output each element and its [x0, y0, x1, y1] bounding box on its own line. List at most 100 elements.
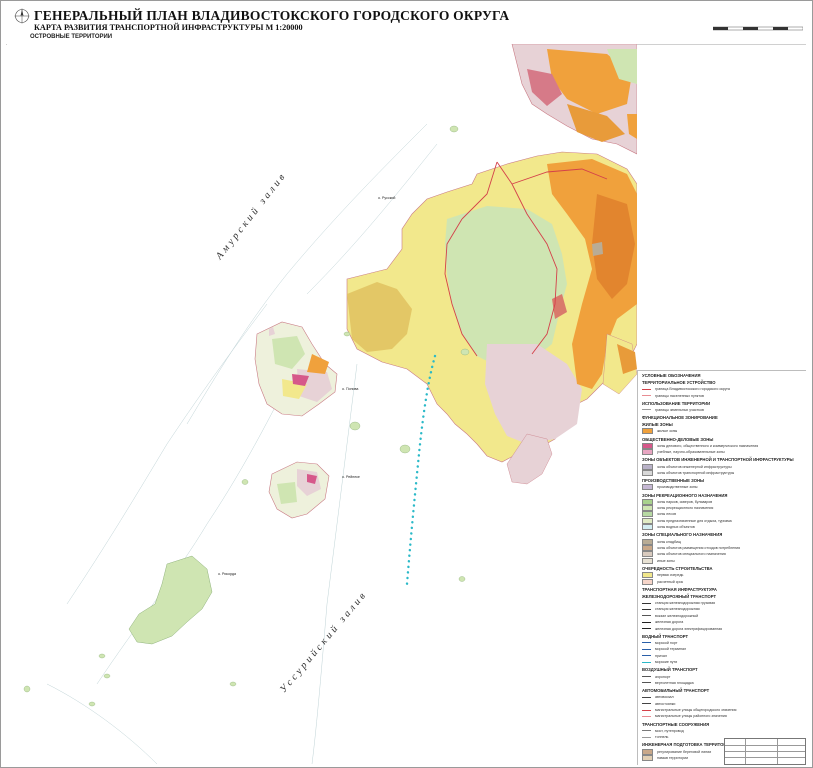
legend-swatch — [642, 682, 651, 684]
legend-item-label: зоны лесов — [657, 512, 677, 517]
scale-bar — [713, 26, 803, 31]
legend-swatch — [642, 602, 651, 604]
legend-swatch — [642, 511, 653, 518]
legend-item-label: зоны объектов транспортной инфраструктур… — [657, 470, 735, 475]
legend-item: железная дорога электрифицированная — [642, 625, 806, 631]
legend-section-title: ВОЗДУШНЫЙ ТРАНСПОРТ — [642, 667, 698, 673]
legend-swatch — [642, 524, 653, 531]
legend-item-label: зоны объектов инженерной инфраструктуры — [657, 464, 732, 469]
legend-swatch — [642, 696, 651, 698]
legend-item-label: регулирование береговой линии — [657, 749, 712, 754]
legend-section-title: ЗОНЫ СПЕЦИАЛЬНОГО НАЗНАЧЕНИЯ — [642, 532, 723, 538]
legend-swatch — [642, 388, 651, 390]
legend-swatch — [642, 676, 651, 678]
legend-item: иные зоны — [642, 557, 806, 564]
legend-swatch — [642, 642, 651, 644]
island-label-reineke: о. Рейнеке — [342, 475, 360, 479]
map-canvas[interactable] — [7, 44, 637, 766]
legend-section-title: ЖЕЛЕЗНОДОРОЖНЫЙ ТРАНСПОРТ — [642, 593, 717, 599]
legend-item-label: автовокзал — [655, 695, 674, 700]
legend-swatch — [642, 655, 651, 657]
island-label-rikorda: о. Рикорда — [218, 572, 237, 576]
legend-item: границы земельных участков — [642, 407, 806, 413]
legend-item-label: граница Владивостокского городского окру… — [655, 387, 730, 392]
legend-section-title: ТРАНСПОРТНАЯ ИНФРАСТРУКТУРА — [642, 586, 717, 592]
legend-swatch — [642, 661, 651, 663]
legend-item-label: зоны объектов специального назначения — [657, 552, 726, 557]
legend-item-label: производственные зоны — [657, 485, 698, 490]
legend-section-title: ФУНКЦИОНАЛЬНОЕ ЗОНИРОВАНИЕ — [642, 415, 718, 421]
legend-swatch — [642, 498, 653, 505]
legend-item: учебные, научно-образовательные зоны — [642, 449, 806, 456]
legend-item-label: причал — [655, 653, 667, 658]
legend-item-label: зоны предназначенные для отдыха, туризма — [657, 518, 732, 523]
legend-item: зоны водных объектов — [642, 524, 806, 531]
legend-swatch — [642, 551, 653, 558]
legend-body: ТЕРРИТОРИАЛЬНОЕ УСТРОЙСТВО граница Владив… — [638, 380, 806, 762]
legend-swatch — [642, 572, 653, 579]
legend-item-label: расчетный срок — [657, 579, 684, 584]
legend-item-label: железная дорога электрифицированная — [655, 626, 723, 631]
legend-item-label: мост, путепровод — [655, 728, 684, 733]
legend-section-title: ЗОНЫ РЕКРЕАЦИОННОГО НАЗНАЧЕНИЯ — [642, 492, 728, 498]
legend-section-title: ПРОИЗВОДСТВЕННЫЕ ЗОНЫ — [642, 478, 705, 484]
legend-item-label: границы населенных пунктов — [655, 393, 704, 398]
title-block-stamp — [724, 738, 806, 765]
legend-swatch — [642, 608, 651, 610]
legend-item-label: зоны рекреационного назначения — [657, 506, 714, 511]
legend-swatch — [642, 463, 653, 470]
legend-swatch — [642, 730, 651, 732]
legend-item-label: зоны парков, скверов, бульваров — [657, 499, 713, 504]
legend-item-label: вокзал железнодорожный — [655, 613, 699, 618]
north-arrow-icon — [14, 8, 30, 24]
legend-item-label: учебные, научно-образовательные зоны — [657, 450, 725, 455]
legend-item-label: зоны водных объектов — [657, 525, 695, 530]
legend-section-title: ОЧЕРЕДНОСТЬ СТРОИТЕЛЬСТВА — [642, 566, 713, 572]
legend-item: вертолетная площадка — [642, 680, 806, 686]
legend-swatch — [642, 703, 651, 705]
legend-item: расчетный срок — [642, 578, 806, 585]
legend-item-label: магистральные улицы районного значения — [655, 714, 727, 719]
map-title: ГЕНЕРАЛЬНЫЙ ПЛАН ВЛАДИВОСТОКСКОГО ГОРОДС… — [34, 8, 510, 23]
legend-swatch — [642, 557, 653, 564]
legend-item-label: первая очередь — [657, 573, 684, 578]
map-subtitle: КАРТА РАЗВИТИЯ ТРАНСПОРТНОЙ ИНФРАСТРУКТУ… — [34, 23, 303, 32]
legend-swatch — [642, 517, 653, 524]
legend-item-label: магистральные улицы общегородского значе… — [655, 708, 737, 713]
legend-swatch — [642, 615, 651, 617]
legend-section-title: ОБЩЕСТВЕННО-ДЕЛОВЫЕ ЗОНЫ — [642, 436, 714, 442]
legend-item-label: станция железнодорожная — [655, 607, 700, 612]
legend-swatch — [642, 469, 653, 476]
legend-item-label: зоны кладбищ — [657, 539, 681, 544]
legend-item-label: станция железнодорожная грузовая — [655, 601, 716, 605]
legend-item-label: морские пути — [655, 660, 678, 665]
legend-swatch — [642, 621, 651, 623]
legend-item: магистральные улицы районного значения — [642, 713, 806, 719]
legend-item: производственные зоны — [642, 484, 806, 491]
legend-swatch — [642, 709, 651, 711]
legend-item-label: зоны делового, общественного и коммерчес… — [657, 443, 759, 448]
legend-item-label: иные зоны — [657, 558, 675, 563]
legend-heading: УСЛОВНЫЕ ОБОЗНАЧЕНИЯ — [642, 373, 701, 378]
legend-item-label: жилые зоны — [657, 429, 678, 434]
legend-item-label: железная дорога — [655, 620, 684, 625]
legend-swatch — [642, 395, 651, 397]
legend-item-label: аэропорт — [655, 674, 671, 679]
legend-swatch — [642, 578, 653, 585]
legend-swatch — [642, 505, 653, 512]
legend-item-label: границы земельных участков — [655, 407, 704, 412]
legend-swatch — [642, 736, 651, 738]
legend-section-title: АВТОМОБИЛЬНЫЙ ТРАНСПОРТ — [642, 688, 710, 694]
section-label: ОСТРОВНЫЕ ТЕРРИТОРИИ — [30, 34, 113, 40]
island-label-russky: о. Русский — [378, 196, 396, 200]
legend-item-label: намыв территории — [657, 756, 689, 761]
legend-item: жилые зоны — [642, 428, 806, 435]
legend-item-label: зоны объектов размещения отходов потребл… — [657, 546, 741, 551]
map-legend: УСЛОВНЫЕ ОБОЗНАЧЕНИЯ ТЕРРИТОРИАЛЬНОЕ УСТ… — [637, 370, 806, 765]
legend-swatch — [642, 428, 653, 435]
legend-swatch — [642, 538, 653, 545]
legend-swatch — [642, 449, 653, 456]
legend-swatch — [642, 755, 653, 762]
legend-swatch — [642, 409, 651, 411]
legend-swatch — [642, 484, 653, 491]
